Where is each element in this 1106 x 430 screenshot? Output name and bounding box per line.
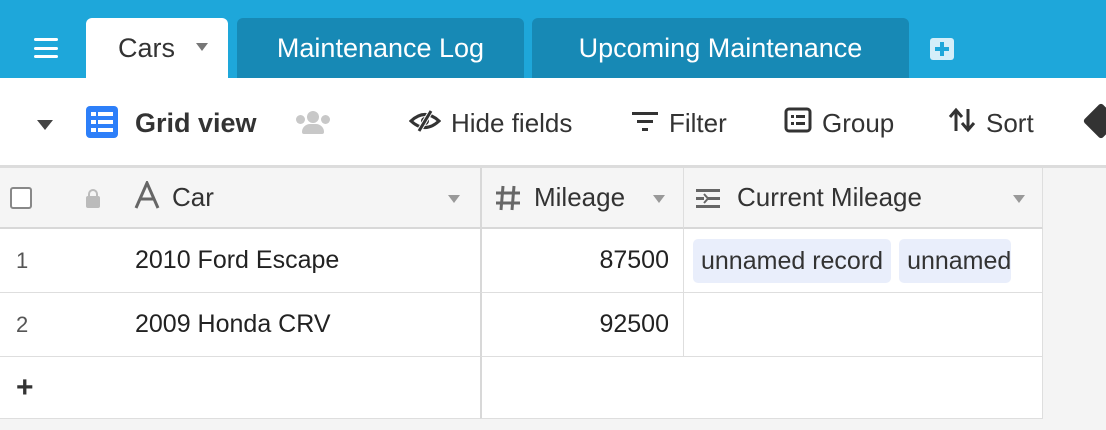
chevron-down-icon[interactable] [1013, 195, 1025, 203]
lock-icon [86, 189, 100, 208]
table-row[interactable]: 2 2009 Honda CRV [0, 293, 480, 357]
column-header-label: Current Mileage [737, 182, 922, 212]
hide-fields-label: Hide fields [451, 107, 573, 138]
number-field-icon [494, 184, 522, 219]
add-row-icon: + [16, 371, 34, 404]
tab-upcoming-maintenance[interactable]: Upcoming Maintenance [532, 18, 909, 78]
column-header-label: Mileage [534, 182, 626, 212]
color-icon[interactable] [1082, 102, 1106, 140]
current-mileage-cell[interactable]: unnamed record unnamed [683, 229, 1043, 293]
group-label: Group [822, 107, 895, 138]
view-toolbar: Grid view Hide fields Filter Group Sort [0, 78, 1106, 168]
filter-icon [631, 108, 659, 139]
linked-record-pill[interactable]: unnamed [899, 238, 1012, 283]
tab-label: Upcoming Maintenance [578, 32, 863, 63]
column-header-car[interactable]: Car [0, 168, 480, 229]
filter-button[interactable]: Filter [631, 78, 727, 168]
car-cell[interactable]: 2010 Ford Escape [135, 246, 339, 275]
add-row-area[interactable] [480, 357, 1043, 419]
view-name[interactable]: Grid view [135, 78, 257, 168]
tab-cars[interactable]: Cars [86, 18, 228, 78]
row-number: 1 [16, 247, 29, 273]
linked-record-pill[interactable]: unnamed record [693, 238, 892, 283]
chevron-down-icon[interactable] [653, 195, 665, 203]
column-header-current-mileage[interactable]: Current Mileage [683, 168, 1043, 229]
text-field-icon [134, 179, 160, 216]
group-icon [784, 107, 812, 140]
filter-label: Filter [669, 107, 727, 138]
add-table-icon[interactable] [930, 38, 954, 60]
row-number: 2 [16, 311, 29, 337]
collaborative-view-icon [296, 111, 330, 134]
mileage-cell[interactable]: 87500 [480, 229, 683, 293]
select-all-checkbox[interactable] [10, 187, 32, 209]
grid-view-icon[interactable] [86, 106, 118, 138]
records-grid: Car Mileage Current Mileage 1 2010 Ford … [0, 168, 1106, 430]
current-mileage-cell[interactable] [683, 293, 1043, 357]
chevron-down-icon[interactable] [196, 43, 208, 51]
tab-maintenance-log[interactable]: Maintenance Log [237, 18, 524, 78]
lookup-field-icon [694, 186, 722, 217]
menu-icon[interactable] [34, 38, 58, 58]
hidden-eye-icon [408, 108, 442, 139]
car-cell[interactable]: 2009 Honda CRV [135, 310, 331, 339]
table-row[interactable]: 1 2010 Ford Escape [0, 229, 480, 293]
sort-button[interactable]: Sort [948, 78, 1034, 168]
mileage-cell[interactable]: 92500 [480, 293, 683, 357]
sort-icon [948, 107, 976, 140]
add-row-button[interactable]: + [0, 357, 480, 419]
hide-fields-button[interactable]: Hide fields [408, 78, 573, 168]
column-header-label: Car [172, 182, 214, 212]
chevron-down-icon[interactable] [448, 195, 460, 203]
tab-label: Cars [118, 32, 176, 63]
table-tab-bar: Cars Maintenance Log Upcoming Maintenanc… [0, 0, 1106, 78]
tab-label: Maintenance Log [276, 32, 485, 63]
column-header-mileage[interactable]: Mileage [480, 168, 683, 229]
chevron-down-icon[interactable] [37, 120, 53, 130]
sort-label: Sort [986, 107, 1034, 138]
group-button[interactable]: Group [784, 78, 894, 168]
